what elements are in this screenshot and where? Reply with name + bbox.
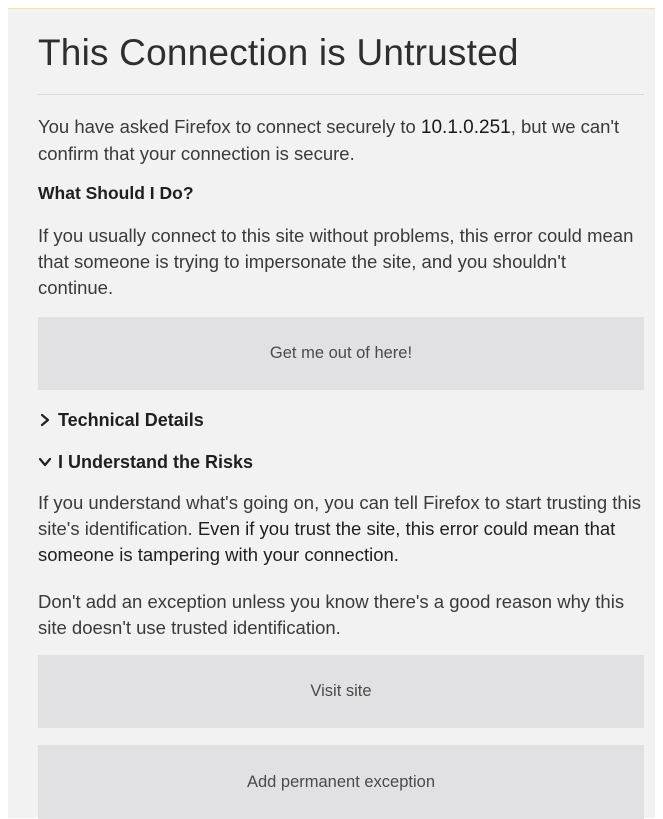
add-permanent-exception-button[interactable]: Add permanent exception <box>38 745 644 819</box>
risks-text: If you understand what's going on, you c… <box>38 490 644 568</box>
chevron-down-icon <box>38 457 52 467</box>
technical-details-toggle[interactable]: Technical Details <box>38 408 204 432</box>
what-should-i-do-text: If you usually connect to this site with… <box>38 225 634 298</box>
page-title: This Connection is Untrusted <box>38 32 519 73</box>
exception-warning-text: Don't add an exception unless you know t… <box>38 591 625 638</box>
understand-risks-label: I Understand the Risks <box>58 452 254 472</box>
host-address: 10.1.0.251 <box>420 117 511 138</box>
technical-details-label: Technical Details <box>58 410 204 430</box>
visit-site-button[interactable]: Visit site <box>38 655 644 728</box>
understand-risks-toggle[interactable]: I Understand the Risks <box>38 450 253 474</box>
title-divider <box>38 94 644 95</box>
intro-text-start: You have asked Firefox to connect secure… <box>38 116 421 137</box>
intro-text: You have asked Firefox to connect secure… <box>38 114 644 167</box>
chevron-right-icon <box>40 413 50 427</box>
what-should-i-do-heading: What Should I Do? <box>38 183 194 203</box>
error-page: This Connection is Untrusted You have as… <box>8 8 655 819</box>
get-me-out-button[interactable]: Get me out of here! <box>38 317 644 390</box>
